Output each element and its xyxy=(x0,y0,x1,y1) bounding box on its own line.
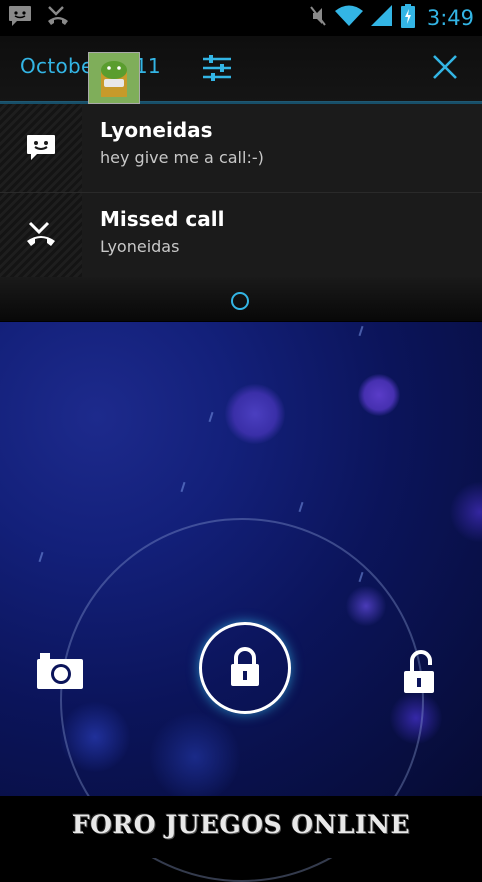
watermark-text: FORO JUEGOS ONLINE xyxy=(71,810,411,839)
rain-streak xyxy=(180,481,186,493)
battery-charging-icon xyxy=(400,4,415,32)
status-left xyxy=(8,5,70,31)
message-icon xyxy=(26,134,56,166)
android-logo-overlay xyxy=(88,52,140,104)
rain-streak xyxy=(298,501,304,513)
rain-streak xyxy=(208,411,214,423)
drag-handle-indicator[interactable] xyxy=(231,292,249,310)
status-bar: 3:49 xyxy=(0,0,482,36)
mute-icon xyxy=(309,5,327,31)
notification-item[interactable]: Lyoneidas hey give me a call:-) xyxy=(0,104,482,192)
lock-icon xyxy=(229,647,261,691)
notification-text: hey give me a call:-) xyxy=(100,148,264,167)
bokeh-light xyxy=(358,374,400,416)
notification-icon-cell xyxy=(0,104,82,192)
wifi-icon xyxy=(334,5,363,31)
missed-call-icon xyxy=(26,221,56,253)
close-icon[interactable] xyxy=(432,54,458,84)
notification-title: Missed call xyxy=(100,207,225,231)
unlock-icon[interactable] xyxy=(402,650,438,698)
footer: FORO JUEGOS ONLINE xyxy=(0,796,482,858)
lock-handle[interactable] xyxy=(199,622,291,714)
status-right: 3:49 xyxy=(309,4,474,32)
missed-call-icon xyxy=(46,5,70,31)
notification-item[interactable]: Missed call Lyoneidas xyxy=(0,193,482,281)
camera-icon[interactable] xyxy=(36,652,84,694)
rain-streak xyxy=(38,551,44,563)
bokeh-light xyxy=(225,384,285,444)
notification-icon-cell xyxy=(0,193,82,281)
signal-icon xyxy=(370,5,393,31)
bokeh-light xyxy=(450,482,482,542)
settings-sliders-icon[interactable] xyxy=(202,54,232,86)
rain-streak xyxy=(358,325,364,337)
notification-title: Lyoneidas xyxy=(100,118,213,142)
notification-text: Lyoneidas xyxy=(100,237,180,256)
notification-shade-header: October 2011 xyxy=(0,36,482,102)
status-time: 3:49 xyxy=(426,6,474,30)
message-icon xyxy=(8,5,32,31)
